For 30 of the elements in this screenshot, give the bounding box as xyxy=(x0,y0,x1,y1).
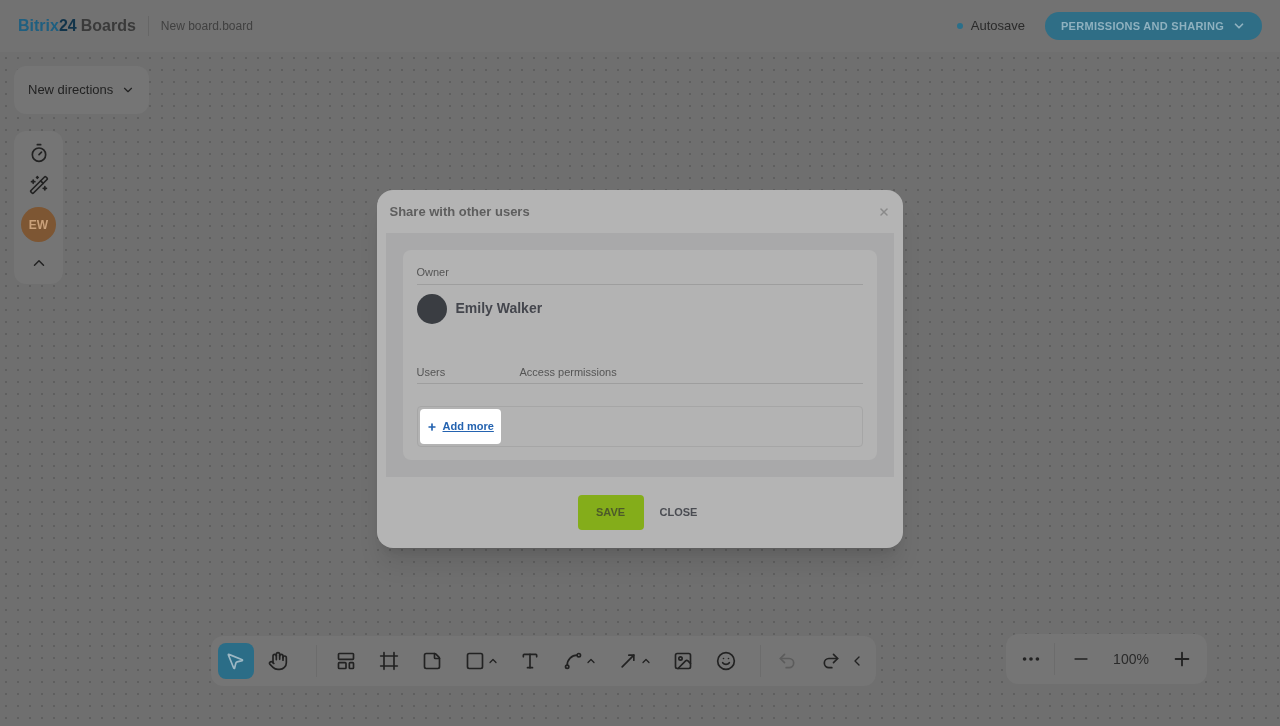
plus-icon xyxy=(426,421,437,432)
save-button[interactable]: SAVE xyxy=(577,495,644,530)
autosave-label: Autosave xyxy=(970,17,1025,36)
pointer-icon xyxy=(225,651,245,671)
text-icon xyxy=(520,651,540,671)
hand-icon xyxy=(268,651,288,671)
sticky-note-icon xyxy=(422,651,442,671)
column-header: Access permissions xyxy=(519,364,617,380)
smiley-icon xyxy=(716,651,736,671)
user-avatar[interactable]: EW xyxy=(21,207,56,242)
owner-name: Emily Walker xyxy=(455,299,543,318)
frame-icon xyxy=(379,651,399,671)
owner-avatar xyxy=(416,293,447,324)
close-button[interactable]: CLOSE xyxy=(655,495,702,530)
directions-dropdown[interactable]: New directions xyxy=(14,66,150,114)
image-icon xyxy=(673,651,693,671)
dialog-title: Share with other users xyxy=(389,202,530,221)
magic-wand-icon[interactable] xyxy=(28,175,49,195)
undo-icon xyxy=(777,651,797,671)
tool-button[interactable] xyxy=(218,643,254,679)
add-more-link[interactable]: Add more xyxy=(419,409,501,444)
zoom-level: 100% xyxy=(1113,649,1149,669)
layout-icon xyxy=(336,651,356,671)
column-header: Users xyxy=(416,364,447,380)
redo-icon xyxy=(821,651,841,671)
logo[interactable]: Bitrix24 Boards xyxy=(18,14,136,38)
permissions-button[interactable]: PERMISSIONS AND SHARING xyxy=(1045,12,1262,40)
square-icon xyxy=(465,651,485,671)
owner-label: Owner xyxy=(416,264,863,285)
arrow-icon xyxy=(618,651,638,671)
